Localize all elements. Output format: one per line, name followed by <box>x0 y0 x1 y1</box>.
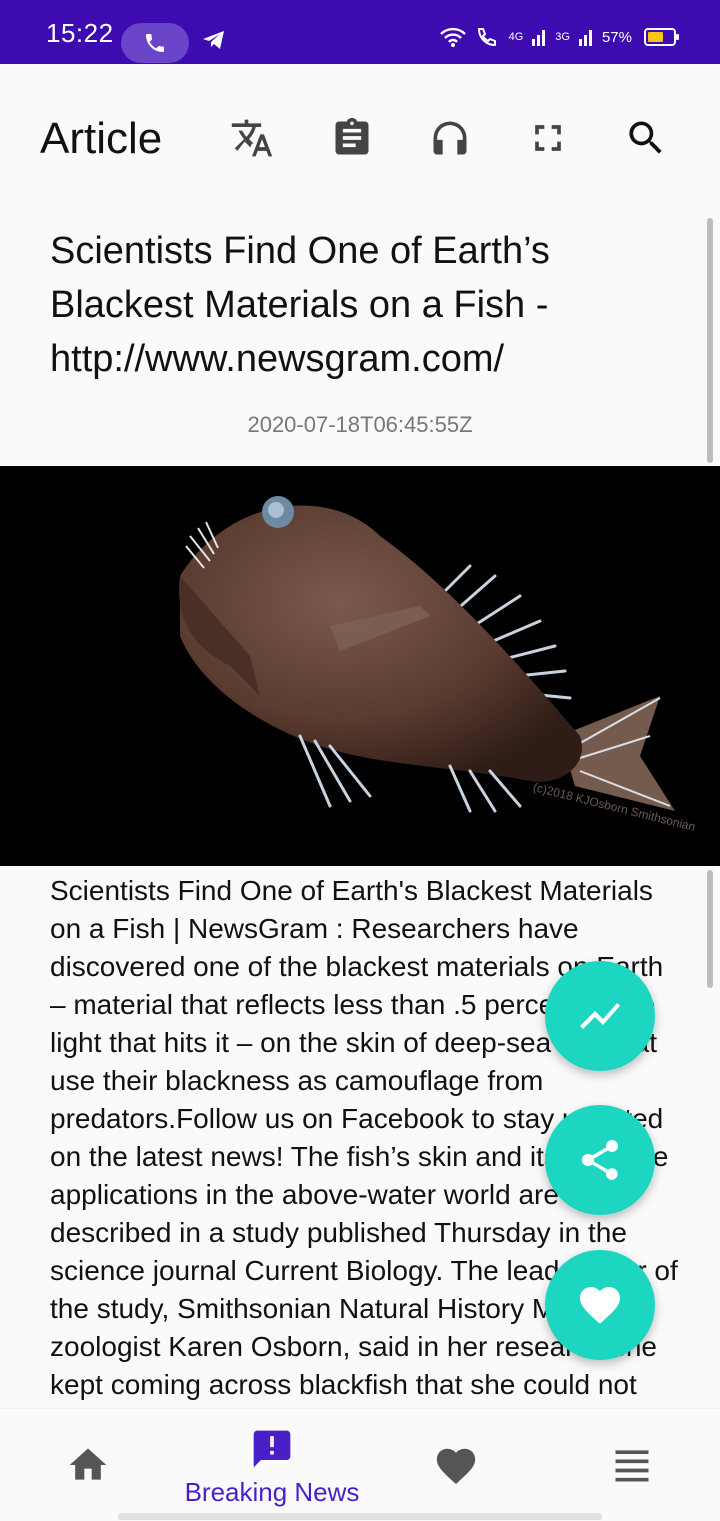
home-indicator[interactable] <box>118 1513 602 1520</box>
translate-icon[interactable] <box>230 116 274 160</box>
article-title: Scientists Find One of Earth’s Blackest … <box>50 230 550 380</box>
share-icon <box>581 1140 618 1180</box>
scrollbar-thumb-body[interactable] <box>707 870 713 988</box>
search-icon[interactable] <box>624 116 668 160</box>
telegram-icon <box>203 31 224 49</box>
status-bar: 15:22 4G 3G 57% <box>0 0 720 64</box>
scrollbar-thumb[interactable] <box>707 218 713 463</box>
home-icon <box>69 1448 107 1480</box>
battery-percent: 57% <box>601 28 632 46</box>
page-title: Article <box>40 114 163 163</box>
article-date: 2020-07-18T06:45:55Z <box>247 412 473 437</box>
menu-icon <box>615 1450 649 1482</box>
nav-label-breaking-news: Breaking News <box>184 1477 360 1507</box>
clipboard-icon[interactable] <box>330 116 374 160</box>
fullscreen-icon[interactable] <box>526 116 570 160</box>
bottom-navigation: Breaking News <box>0 1408 720 1521</box>
breaking-news-icon <box>253 1430 291 1468</box>
signal-icon-sim2 <box>578 30 592 46</box>
wifi-icon <box>439 27 466 47</box>
nav-item-breaking-news[interactable]: Breaking News <box>182 1409 362 1521</box>
phone-icon <box>146 34 164 52</box>
trending-icon <box>580 1003 620 1029</box>
favorite-button[interactable] <box>545 1250 655 1360</box>
favorites-icon <box>436 1448 476 1485</box>
app-bar: Article <box>0 64 720 214</box>
trending-button[interactable] <box>545 961 655 1071</box>
share-button[interactable] <box>545 1105 655 1215</box>
status-time: 15:22 <box>46 18 114 48</box>
signal-icon-sim1 <box>532 30 546 46</box>
ongoing-call-chip[interactable] <box>121 23 189 63</box>
headphones-icon[interactable] <box>428 116 472 160</box>
nav-item-home[interactable] <box>0 1409 180 1521</box>
nav-item-favorites[interactable] <box>366 1409 546 1521</box>
nav-item-menu[interactable] <box>542 1409 720 1521</box>
network-4g-label: 4G <box>508 31 524 43</box>
battery-icon <box>644 28 679 46</box>
network-3g-label: 3G <box>555 31 570 43</box>
volte-call-icon <box>477 28 496 47</box>
article-header: Scientists Find One of Earth’s Blackest … <box>0 214 720 466</box>
status-right: 4G 3G 57% <box>439 26 679 48</box>
heart-icon <box>580 1287 620 1324</box>
